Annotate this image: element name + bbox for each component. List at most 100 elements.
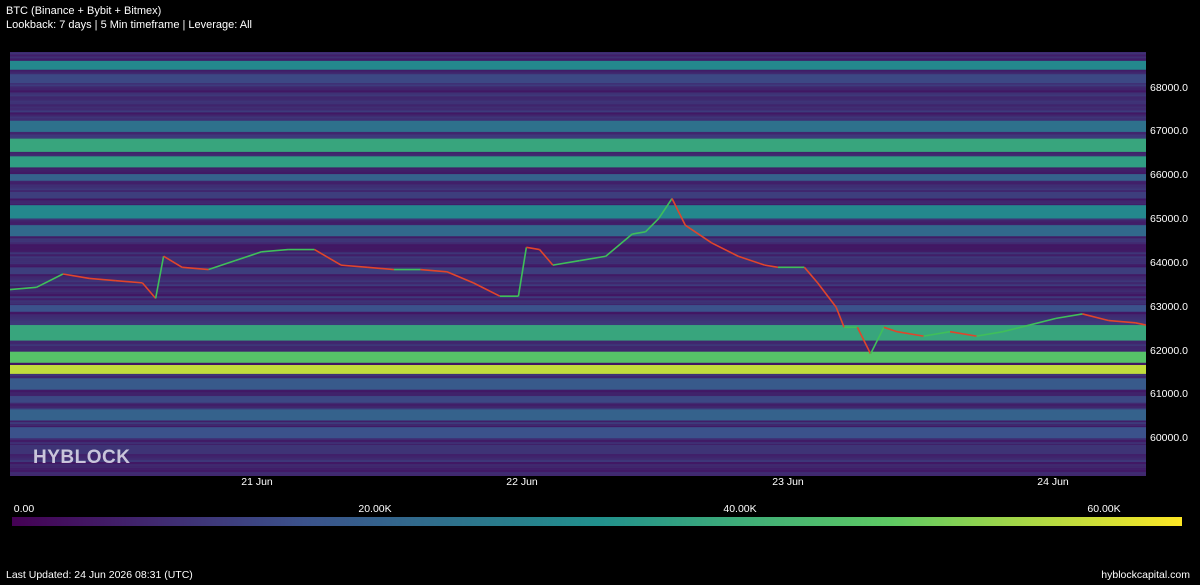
heatmap-stripe <box>10 118 1146 121</box>
heatmap-band <box>10 325 1146 341</box>
last-updated-text: Last Updated: 24 Jun 2026 08:31 (UTC) <box>6 569 193 581</box>
y-tick-label: 62000.0 <box>1150 345 1188 357</box>
x-tick-label: 21 Jun <box>241 476 273 488</box>
heatmap-stripe <box>10 284 1146 287</box>
heatmap-stripe <box>10 280 1146 283</box>
heatmap-stripe <box>10 472 1146 475</box>
heatmap-stripe <box>10 390 1146 393</box>
chart-title: BTC (Binance + Bybit + Bitmex) <box>6 5 162 17</box>
heatmap-stripe <box>10 132 1146 135</box>
heatmap-band <box>10 156 1146 168</box>
heatmap-stripe <box>10 116 1146 119</box>
heatmap-stripe <box>10 100 1146 103</box>
heatmap-band <box>10 120 1146 132</box>
heatmap-stripe <box>10 460 1146 463</box>
heatmap-stripe <box>10 374 1146 377</box>
heatmap-plot-area[interactable] <box>10 52 1146 476</box>
heatmap-stripe <box>10 86 1146 89</box>
heatmap-stripe <box>10 302 1146 305</box>
y-tick-label: 63000.0 <box>1150 301 1188 313</box>
heatmap-stripe <box>10 316 1146 319</box>
hyblock-watermark: HYBLOCK <box>33 447 131 468</box>
heatmap-band <box>10 396 1146 403</box>
heatmap-stripe <box>10 454 1146 457</box>
heatmap-stripe <box>10 466 1146 469</box>
heatmap-stripe <box>10 254 1146 257</box>
heatmap-stripe <box>10 438 1146 441</box>
heatmap-stripe <box>10 222 1146 225</box>
y-tick-label: 61000.0 <box>1150 388 1188 400</box>
heatmap-stripe <box>10 134 1146 137</box>
heatmap-stripe <box>10 442 1146 445</box>
heatmap-stripe <box>10 422 1146 425</box>
heatmap-stripe <box>10 72 1146 75</box>
heatmap-stripe <box>10 290 1146 293</box>
heatmap-stripe <box>10 202 1146 205</box>
x-tick-label: 24 Jun <box>1037 476 1069 488</box>
heatmap-band <box>10 60 1146 70</box>
heatmap-stripe <box>10 286 1146 289</box>
heatmap-band <box>10 305 1146 312</box>
heatmap-stripe <box>10 242 1146 245</box>
heatmap-stripe <box>10 52 1146 55</box>
heatmap-stripe <box>10 312 1146 315</box>
heatmap-band <box>10 191 1146 199</box>
heatmap-stripe <box>10 474 1146 476</box>
heatmap-stripe <box>10 346 1146 349</box>
heatmap-stripe <box>10 250 1146 253</box>
y-tick-label: 68000.0 <box>1150 82 1188 94</box>
heatmap-stripe <box>10 348 1146 351</box>
heatmap-stripe <box>10 392 1146 395</box>
heatmap-stripe <box>10 256 1146 259</box>
heatmap-stripe <box>10 344 1146 347</box>
heatmap-band <box>10 174 1146 181</box>
heatmap-stripe <box>10 106 1146 109</box>
heatmap-stripe <box>10 274 1146 277</box>
heatmap-stripe <box>10 458 1146 461</box>
heatmap-stripe <box>10 184 1146 187</box>
heatmap-stripe <box>10 104 1146 107</box>
heatmap-stripe <box>10 154 1146 157</box>
heatmap-stripe <box>10 94 1146 97</box>
heatmap-stripe <box>10 92 1146 95</box>
heatmap-stripe <box>10 152 1146 155</box>
heatmap-stripe <box>10 292 1146 295</box>
heatmap-stripe <box>10 172 1146 175</box>
y-tick-label: 60000.0 <box>1150 432 1188 444</box>
heatmap-band <box>10 378 1146 390</box>
heatmap-stripe <box>10 218 1146 221</box>
heatmap-stripe <box>10 168 1146 171</box>
heatmap-stripe <box>10 318 1146 321</box>
heatmap-stripe <box>10 262 1146 265</box>
colorbar-tick-label: 40.00K <box>723 503 757 515</box>
heatmap-stripe <box>10 322 1146 325</box>
heatmap-stripe <box>10 376 1146 379</box>
heatmap-band <box>10 138 1146 152</box>
heatmap-stripe <box>10 296 1146 299</box>
heatmap-stripe <box>10 90 1146 93</box>
heatmap-stripe <box>10 252 1146 255</box>
heatmap-stripe <box>10 170 1146 173</box>
heatmap-stripe <box>10 182 1146 185</box>
heatmap-stripe <box>10 102 1146 105</box>
heatmap-stripe <box>10 314 1146 317</box>
heatmap-stripe <box>10 98 1146 101</box>
heatmap-stripe <box>10 300 1146 303</box>
heatmap-svg[interactable] <box>10 52 1146 476</box>
heatmap-stripe <box>10 244 1146 247</box>
heatmap-stripe <box>10 470 1146 473</box>
heatmap-stripe <box>10 288 1146 291</box>
site-link[interactable]: hyblockcapital.com <box>1101 569 1190 581</box>
colorbar-tick-label: 0.00 <box>13 503 35 515</box>
heatmap-band <box>10 74 1146 84</box>
heatmap-stripe <box>10 238 1146 241</box>
heatmap-stripe <box>10 186 1146 189</box>
heatmap-stripe <box>10 258 1146 261</box>
heatmap-stripe <box>10 342 1146 345</box>
chart-header: BTC (Binance + Bybit + Bitmex) Lookback:… <box>6 4 252 32</box>
heatmap-band <box>10 267 1146 274</box>
heatmap-band <box>10 365 1146 374</box>
heatmap-band <box>10 351 1146 363</box>
heatmap-stripe <box>10 404 1146 407</box>
colorbar-tick-label: 60.00K <box>1087 503 1121 515</box>
